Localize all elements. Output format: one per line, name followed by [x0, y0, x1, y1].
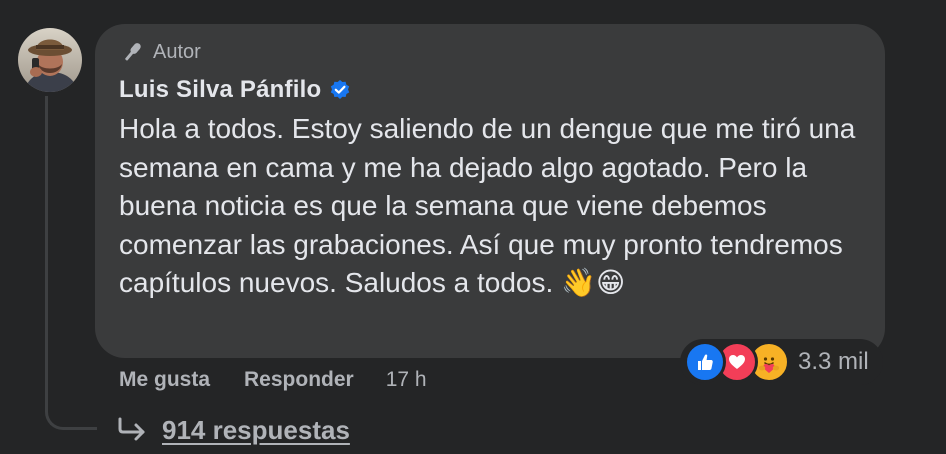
author-name[interactable]: Luis Silva Pánfilo: [119, 76, 321, 104]
microphone-icon: [125, 43, 141, 61]
reply-button[interactable]: Responder: [244, 368, 354, 392]
comment-bubble: Autor Luis Silva Pánfilo Hola a todos. E…: [95, 24, 885, 358]
reaction-summary[interactable]: 3.3 mil: [680, 339, 883, 385]
like-button[interactable]: Me gusta: [119, 368, 210, 392]
thread-connector-line: [45, 96, 97, 430]
reaction-count: 3.3 mil: [798, 348, 869, 375]
comment-thread: Autor Luis Silva Pánfilo Hola a todos. E…: [0, 0, 946, 454]
timestamp[interactable]: 17 h: [386, 368, 427, 392]
view-replies-link[interactable]: 914 respuestas: [116, 410, 350, 450]
replies-count-label[interactable]: 914 respuestas: [162, 415, 350, 446]
author-row: Luis Silva Pánfilo: [119, 74, 861, 106]
like-icon: [684, 341, 726, 383]
reply-arrow-icon: [118, 417, 145, 441]
comment-text: Hola a todos. Estoy saliendo de un dengu…: [119, 110, 859, 303]
author-badge-label: Autor: [153, 40, 201, 63]
avatar[interactable]: [18, 28, 82, 92]
comment-body: Hola a todos. Estoy saliendo de un dengu…: [119, 113, 856, 298]
comment-actions: Me gusta Responder 17 h: [119, 364, 427, 396]
avatar-image: [18, 28, 82, 92]
emoji-wave-grin: 👋😁: [561, 267, 626, 298]
verified-check-icon: [331, 80, 350, 99]
author-badge: Autor: [119, 38, 861, 66]
